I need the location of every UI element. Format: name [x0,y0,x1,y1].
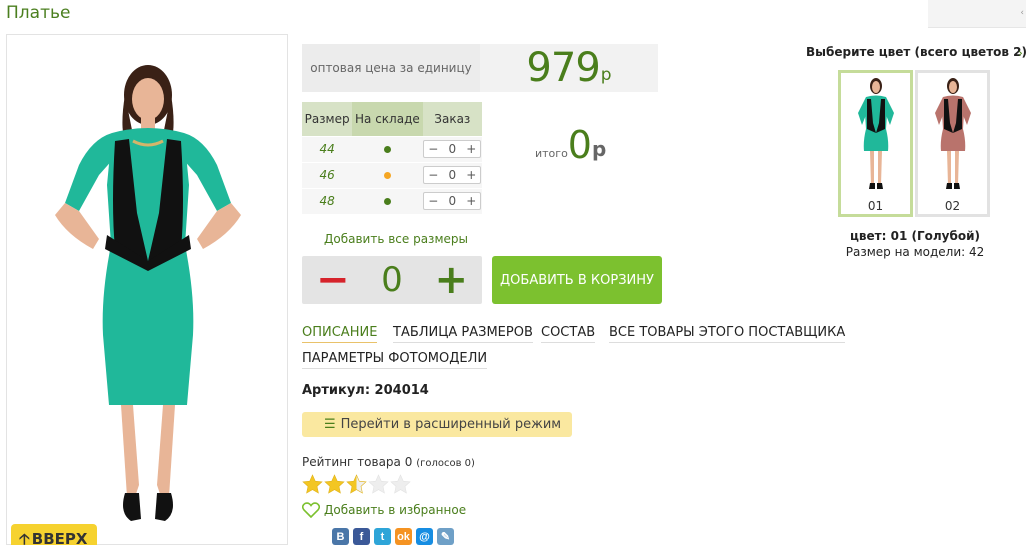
stock-cell [352,187,423,214]
price-value: 979 р [480,44,658,92]
tab-description[interactable]: ОПИСАНИЕ [302,325,378,343]
quantity-selector: − 0 + [302,256,482,304]
stepper-minus-button[interactable]: − [428,142,438,156]
quantity-stepper[interactable]: − 0 + [423,192,482,211]
vk-icon[interactable]: B [332,528,349,545]
odnoklassniki-icon[interactable]: ok [395,528,412,545]
scroll-up-button[interactable]: 🡡 ВВЕРХ [11,524,97,545]
stepper-plus-button[interactable]: + [466,194,476,208]
quantity-plus-button[interactable]: + [434,260,468,300]
price-label: оптовая цена за единицу [302,44,480,92]
color-selector-title: Выберите цвет (всего цветов 2) [806,45,1026,59]
selected-color-name: цвет: 01 (Голубой) [850,229,980,243]
quantity-stepper[interactable]: − 0 + [423,140,482,158]
add-all-sizes-link[interactable]: Добавить все размеры [324,232,468,246]
stock-column-header: На складе [352,102,423,136]
heart-icon [302,502,320,518]
size-cell: 44 [302,135,353,162]
tab-supplier-products[interactable]: ВСЕ ТОВАРЫ ЭТОГО ПОСТАВЩИКА [609,325,846,343]
sizes-table: Размер На складе Заказ 44 − 0 + 46 − 0 +… [302,102,482,214]
star-icon[interactable] [368,474,389,495]
stepper-value[interactable]: 0 [448,194,456,208]
quantity-stepper[interactable]: − 0 + [423,166,482,184]
star-icon[interactable] [346,474,367,495]
mailru-icon[interactable]: @ [416,528,433,545]
stock-cell [352,135,423,162]
total-word: итого [535,147,568,160]
add-to-cart-button[interactable]: ДОБАВИТЬ В КОРЗИНУ [492,256,662,304]
rating-label: Рейтинг товара 0 (голосов 0) [302,455,475,469]
arrow-up-icon: 🡡 [19,530,30,545]
stepper-plus-button[interactable]: + [466,142,476,156]
stepper-minus-button[interactable]: − [428,194,438,208]
stepper-plus-button[interactable]: + [466,168,476,182]
size-column-header: Размер [302,102,353,136]
swatch-label: 02 [944,199,961,213]
advanced-mode-button[interactable]: ☰ Перейти в расширенный режим [302,412,572,437]
total-currency: р [591,137,607,161]
size-cell: 48 [302,187,353,214]
quantity-minus-button[interactable]: − [316,260,350,300]
quantity-value[interactable]: 0 [381,260,403,300]
order-column-header: Заказ [422,102,482,136]
selected-color-info: цвет: 01 (Голубой) Размер на модели: 42 [815,228,1015,260]
livejournal-icon[interactable]: ✎ [437,528,454,545]
order-cell: − 0 + [422,135,482,162]
rating-votes: (голосов 0) [416,458,475,469]
order-cell: − 0 + [422,161,482,188]
size-cell: 46 [302,161,353,188]
swatch-model-image [934,78,971,189]
price-panel: оптовая цена за единицу 979 р [302,44,658,92]
stepper-minus-button[interactable]: − [428,168,438,182]
share-buttons: Bf t ok @ ✎ [332,528,454,545]
order-total: итого 0 р [535,125,606,165]
price-number: 979 [526,45,600,91]
table-row: 44 − 0 + [302,135,482,162]
tab-model-parameters[interactable]: ПАРАМЕТРЫ ФОТОМОДЕЛИ [302,351,488,369]
stock-cell [352,161,423,188]
order-cell: − 0 + [422,187,482,214]
stepper-value[interactable]: 0 [448,142,456,156]
facebook-icon[interactable]: f [353,528,370,545]
twitter-icon[interactable]: t [374,528,391,545]
stock-indicator [383,172,391,179]
chevron-right-icon[interactable]: › [1018,46,1023,60]
collapse-icon[interactable]: ‹ [1020,8,1024,18]
model-size: Размер на модели: 42 [845,245,985,259]
product-main-photo[interactable] [6,34,288,545]
add-to-favorites-label: Добавить в избранное [324,503,467,517]
total-value: 0 [567,123,592,167]
color-swatch-01[interactable]: 01 [838,70,913,217]
stepper-value[interactable]: 0 [448,168,456,182]
table-row: 46 − 0 + [302,161,482,188]
advanced-mode-label: Перейти в расширенный режим [340,417,562,432]
rating-stars[interactable] [302,474,411,495]
swatch-label: 01 [867,199,884,213]
tab-size-chart[interactable]: ТАБЛИЦА РАЗМЕРОВ [393,325,533,343]
scroll-up-label: ВВЕРХ [31,530,88,545]
rating-text: Рейтинг товара 0 [302,455,413,469]
top-right-panel[interactable]: ‹ [928,0,1026,28]
stock-indicator [383,146,391,153]
article-number: Артикул: 204014 [302,383,429,398]
table-row: 48 − 0 + [302,187,482,214]
tab-composition[interactable]: СОСТАВ [541,325,596,343]
stock-indicator [383,198,391,206]
page-title: Платье [6,3,71,23]
list-icon: ☰ [324,417,336,432]
star-icon[interactable] [302,474,323,495]
add-to-favorites-link[interactable]: Добавить в избранное [302,502,466,518]
swatch-model-image [857,78,894,189]
star-icon[interactable] [390,474,411,495]
color-swatch-02[interactable]: 02 [915,70,990,217]
star-icon[interactable] [324,474,345,495]
price-currency: р [600,65,612,85]
